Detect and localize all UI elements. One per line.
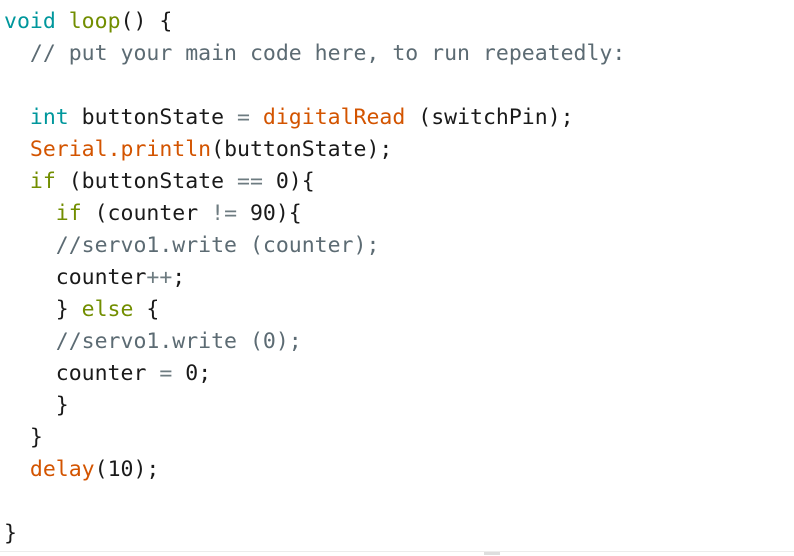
code-line[interactable]: // put your main code here, to run repea…	[4, 38, 794, 70]
code-token-keyword: if	[29, 169, 56, 194]
code-line[interactable]: if (buttonState == 0){	[4, 166, 794, 198]
code-token-function: delay	[29, 457, 95, 482]
code-line[interactable]	[4, 70, 794, 102]
code-line[interactable]: //servo1.write (0);	[4, 326, 794, 358]
code-token-punct: ){	[288, 169, 315, 194]
code-token-punct: {	[133, 297, 160, 322]
code-token-punct: }	[29, 425, 43, 450]
bottom-edge-artifact	[484, 552, 500, 555]
code-editor-pane[interactable]: void loop() { // put your main code here…	[0, 0, 794, 556]
code-token-comment: //servo1.write (0);	[55, 329, 302, 354]
code-token-punct: (	[94, 457, 108, 482]
code-token-function: Serial	[29, 137, 108, 162]
code-line[interactable]: counter++;	[4, 262, 794, 294]
code-token-punct: (counter	[81, 201, 212, 226]
code-token-punct: }	[55, 393, 69, 418]
code-line[interactable]: Serial.println(buttonState);	[4, 134, 794, 166]
code-token-number: 0	[275, 169, 289, 194]
code-token-keyword: else	[81, 297, 134, 322]
code-token-comment: // put your main code here, to run repea…	[29, 41, 626, 66]
code-token-plain: counter	[55, 361, 160, 386]
code-token-punct: (buttonState);	[211, 137, 393, 162]
code-line[interactable]: void loop() {	[4, 6, 794, 38]
code-token-keyword: loop	[68, 9, 121, 34]
code-token-function: println	[120, 137, 212, 162]
code-token-type: void	[4, 9, 56, 34]
code-token-punct: () {	[120, 9, 173, 34]
code-token-operator: =	[237, 105, 250, 130]
code-token-punct: }	[55, 297, 82, 322]
code-token-number: 0	[185, 361, 199, 386]
bottom-divider	[0, 551, 794, 552]
code-token-comment: //servo1.write (counter);	[55, 233, 380, 258]
code-token-operator: !=	[211, 201, 238, 226]
code-token-punct: ){	[275, 201, 302, 226]
code-token-function: .	[107, 137, 121, 162]
code-line[interactable]: }	[4, 422, 794, 454]
code-line[interactable]: }	[4, 518, 794, 550]
code-line[interactable]: counter = 0;	[4, 358, 794, 390]
code-token-plain: counter	[55, 265, 147, 290]
code-token-operator: =	[159, 361, 173, 386]
code-line[interactable]: delay(10);	[4, 454, 794, 486]
code-token-punct: }	[4, 521, 17, 546]
code-token-punct: ;	[198, 361, 212, 386]
code-line[interactable]: //servo1.write (counter);	[4, 230, 794, 262]
code-token-punct: );	[133, 457, 160, 482]
code-token-operator: ++	[146, 265, 173, 290]
code-token-number: 90	[249, 201, 276, 226]
code-lines-container[interactable]: void loop() { // put your main code here…	[4, 6, 794, 550]
code-token-type: int	[29, 105, 69, 130]
code-line[interactable]: } else {	[4, 294, 794, 326]
code-line[interactable]	[4, 486, 794, 518]
code-line[interactable]: int buttonState = digitalRead (switchPin…	[4, 102, 794, 134]
code-line[interactable]: }	[4, 390, 794, 422]
code-token-punct: ;	[172, 265, 186, 290]
code-line[interactable]: if (counter != 90){	[4, 198, 794, 230]
code-token-operator: ==	[237, 169, 263, 194]
code-token-number: 10	[107, 457, 134, 482]
code-token-punct: (switchPin);	[405, 105, 574, 130]
code-token-punct: (buttonState	[55, 169, 237, 194]
code-token-plain: buttonState	[68, 105, 238, 130]
code-token-function: digitalRead	[262, 105, 406, 130]
code-token-keyword: if	[55, 201, 82, 226]
